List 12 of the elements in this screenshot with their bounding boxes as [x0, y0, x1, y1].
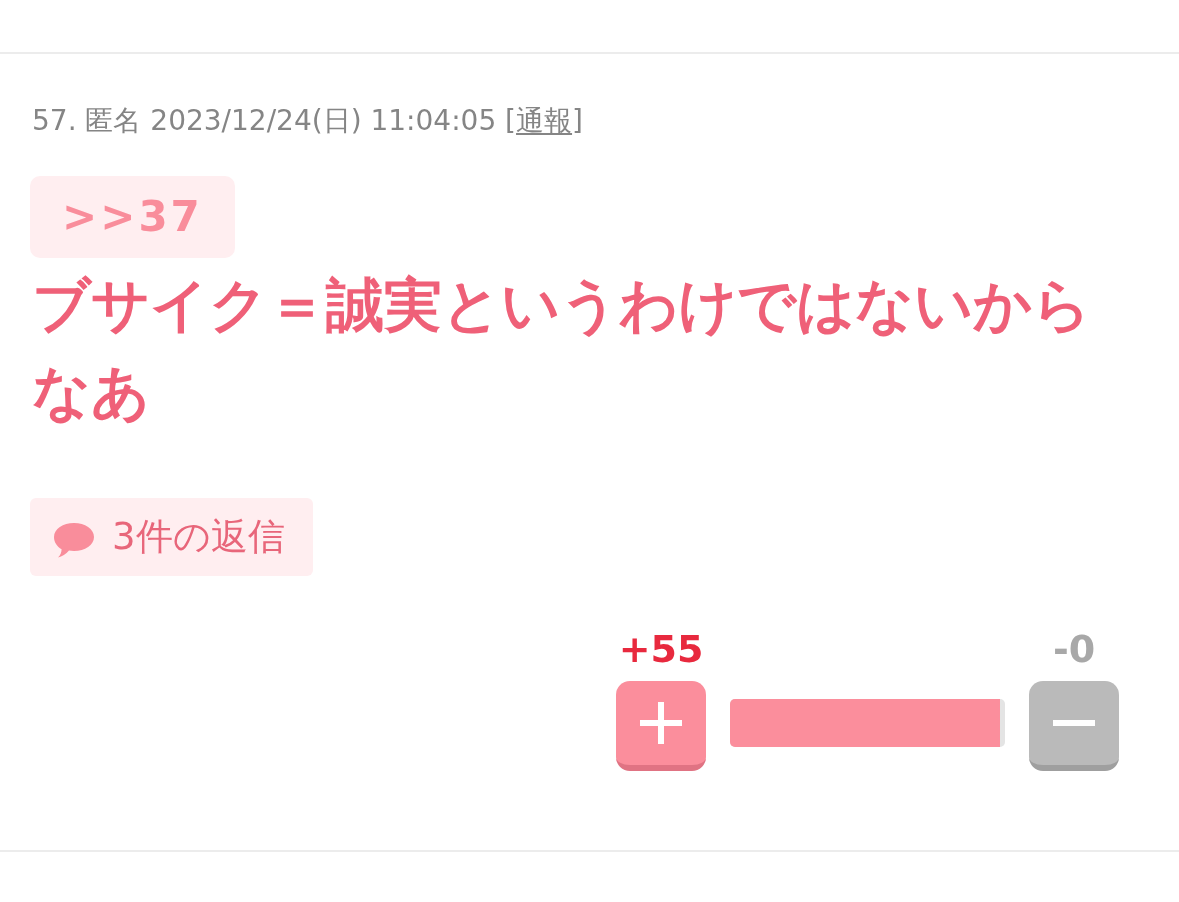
replies-button[interactable]: 3件の返信 — [30, 498, 313, 576]
upvote-count: +55 — [617, 627, 705, 671]
speech-bubble-icon — [54, 522, 94, 558]
minus-icon — [1053, 720, 1095, 726]
reply-anchor-link[interactable]: >>37 — [30, 176, 235, 258]
downvote-count: -0 — [1051, 627, 1097, 671]
downvote-button[interactable] — [1029, 681, 1119, 771]
comment-body: ブサイク＝誠実というわけではないからなあ — [32, 270, 1092, 428]
comment-meta: 57. 匿名 2023/12/24(日) 11:04:05 [通報] — [32, 103, 584, 139]
upvote-button[interactable] — [616, 681, 706, 771]
plus-icon — [640, 702, 682, 744]
report-link[interactable]: 通報 — [516, 104, 573, 137]
